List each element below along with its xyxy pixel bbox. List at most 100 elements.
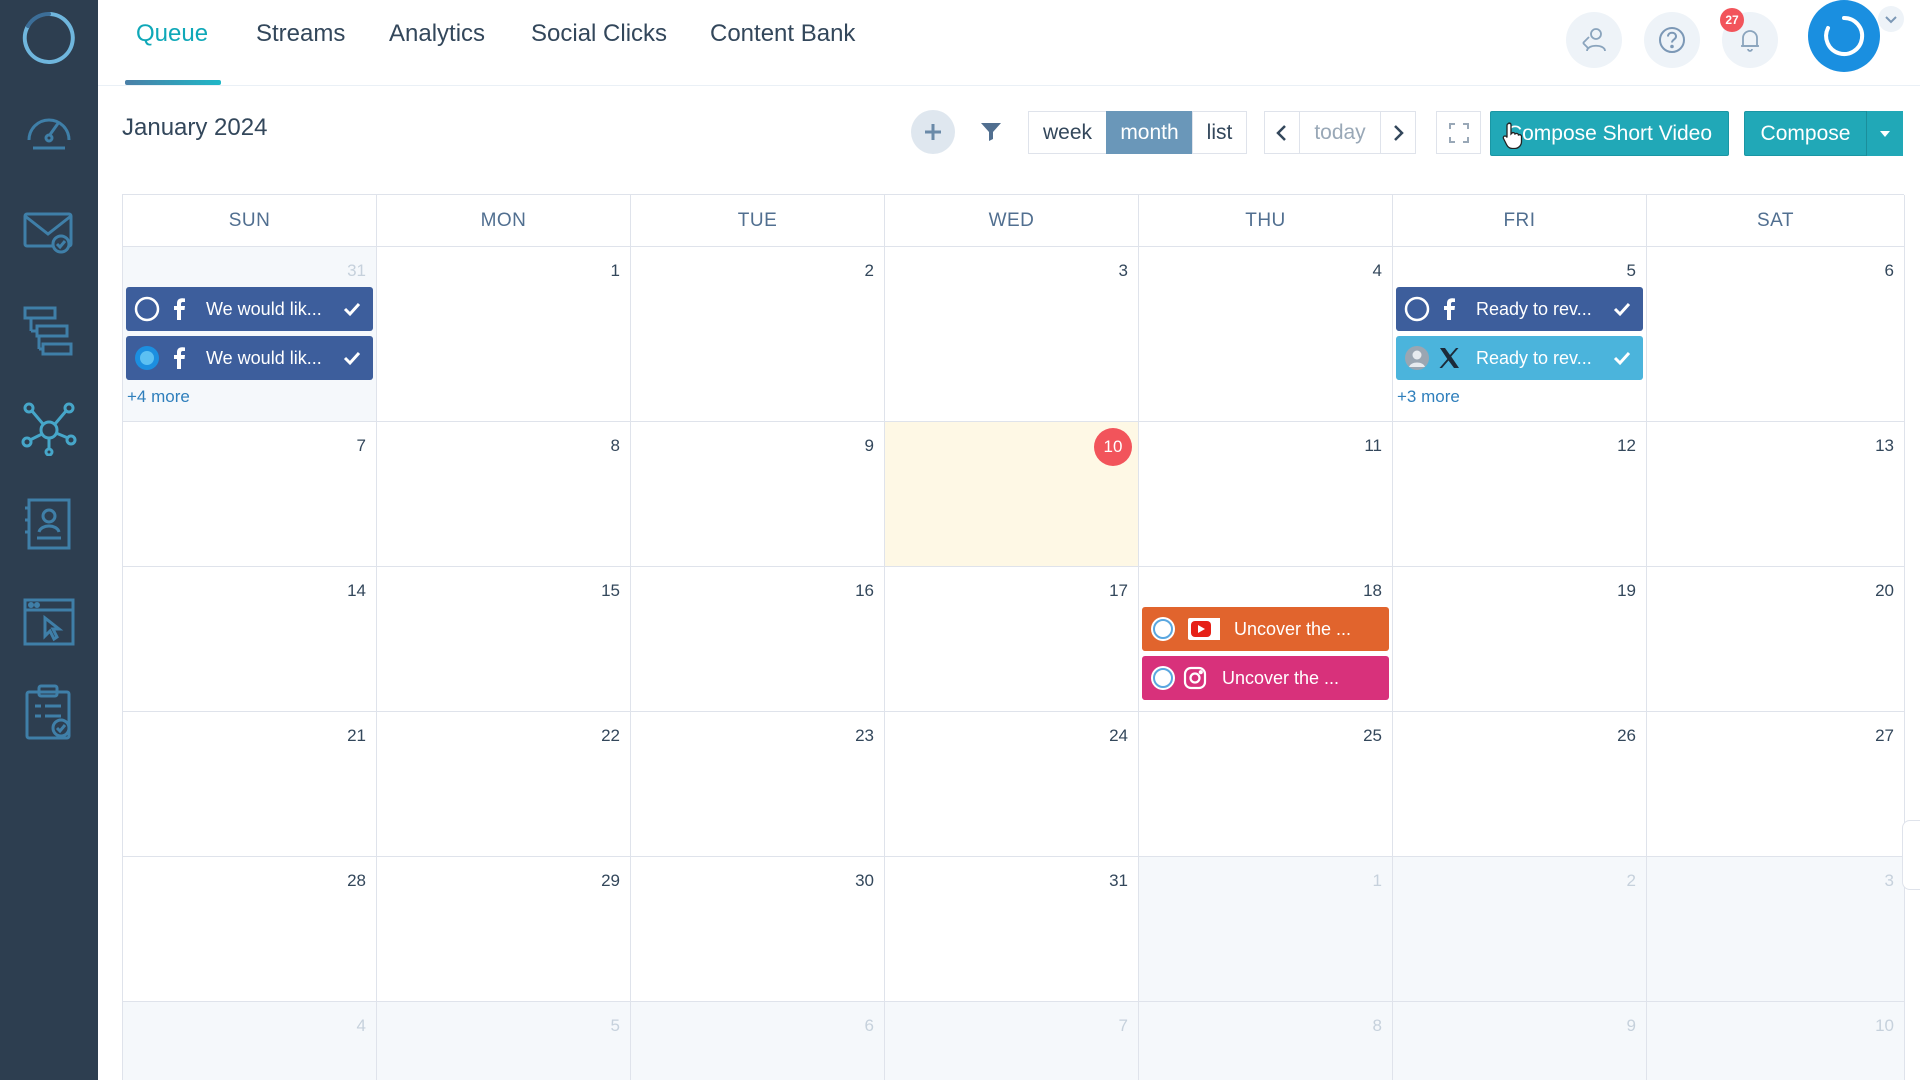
top-navigation: Queue Streams Analytics Social Clicks Co…	[98, 0, 1920, 86]
scheduled-post-facebook[interactable]: Ready to rev...	[1396, 287, 1643, 331]
calendar-day-cell[interactable]: 2	[1393, 857, 1647, 1002]
calendar-day-cell[interactable]: 23	[631, 712, 885, 857]
tab-social-clicks[interactable]: Social Clicks	[531, 20, 667, 48]
today-button[interactable]: today	[1299, 111, 1381, 154]
help-button[interactable]	[1644, 12, 1700, 68]
weekday-header-thu: THU	[1139, 195, 1393, 247]
weekday-header-tue: TUE	[631, 195, 885, 247]
tab-queue[interactable]: Queue	[136, 20, 208, 48]
scheduled-post-facebook[interactable]: We would lik...	[126, 287, 373, 331]
workflow-icon[interactable]	[21, 302, 77, 358]
calendar-day-cell[interactable]: 31	[885, 857, 1139, 1002]
calendar-day-cell[interactable]: 8	[1139, 1002, 1393, 1080]
calendar-day-cell[interactable]: 13	[1647, 422, 1905, 567]
more-posts-link[interactable]: +3 more	[1397, 387, 1460, 407]
tab-analytics[interactable]: Analytics	[389, 20, 485, 48]
scheduled-post-facebook[interactable]: We would lik...	[126, 336, 373, 380]
day-number: 9	[1626, 1016, 1636, 1035]
calendar-day-cell[interactable]: 29	[377, 857, 631, 1002]
scheduled-post-instagram[interactable]: Uncover the ...	[1142, 656, 1389, 700]
approved-check-icon	[1611, 298, 1643, 320]
calendar-day-cell[interactable]: 18 Uncover the ... Uncover the ...	[1139, 567, 1393, 712]
user-avatar[interactable]	[1808, 0, 1880, 72]
tab-streams[interactable]: Streams	[256, 20, 345, 48]
mail-check-icon[interactable]	[21, 204, 77, 260]
calendar-day-cell[interactable]: 28	[123, 857, 377, 1002]
calendar-day-cell[interactable]: 25	[1139, 712, 1393, 857]
bell-icon	[1741, 30, 1759, 52]
calendar-day-cell[interactable]: 3	[1647, 857, 1905, 1002]
scheduled-post-youtube[interactable]: Uncover the ...	[1142, 607, 1389, 651]
view-week-button[interactable]: week	[1028, 111, 1107, 154]
compose-short-video-button[interactable]: Compose Short Video	[1490, 111, 1729, 156]
logo-ring-icon[interactable]	[19, 8, 79, 68]
day-number: 14	[347, 581, 366, 600]
calendar-day-cell[interactable]: 4	[1139, 247, 1393, 422]
calendar-day-cell[interactable]: 30	[631, 857, 885, 1002]
chevron-left-icon	[1276, 124, 1286, 141]
calendar-day-cell[interactable]: 10	[1647, 1002, 1905, 1080]
day-number: 12	[1617, 436, 1636, 455]
calendar-day-cell[interactable]: 19	[1393, 567, 1647, 712]
tab-content-bank[interactable]: Content Bank	[710, 20, 855, 48]
day-number: 25	[1363, 726, 1382, 745]
calendar-day-cell[interactable]: 4	[123, 1002, 377, 1080]
social-network-icon[interactable]	[21, 400, 77, 457]
weekday-header-sat: SAT	[1647, 195, 1905, 247]
contact-card-icon[interactable]	[21, 496, 77, 552]
account-menu-toggle[interactable]	[1878, 6, 1904, 32]
more-posts-link[interactable]: +4 more	[127, 387, 190, 407]
browser-pointer-icon[interactable]	[21, 594, 77, 650]
calendar-day-cell[interactable]: 31 We would lik... We would lik... +4 more	[123, 247, 377, 422]
side-panel-handle[interactable]	[1902, 820, 1920, 890]
calendar-day-cell[interactable]: 1	[1139, 857, 1393, 1002]
calendar-day-cell[interactable]: 12	[1393, 422, 1647, 567]
calendar-day-cell[interactable]: 9	[631, 422, 885, 567]
calendar-day-cell[interactable]: 26	[1393, 712, 1647, 857]
calendar-day-cell[interactable]: 3	[885, 247, 1139, 422]
calendar-day-cell[interactable]: 14	[123, 567, 377, 712]
account-switch-button[interactable]	[1566, 12, 1622, 68]
day-number: 17	[1109, 581, 1128, 600]
clipboard-check-icon[interactable]	[21, 684, 77, 740]
calendar-day-cell[interactable]: 6	[1647, 247, 1905, 422]
calendar-day-cell[interactable]: 27	[1647, 712, 1905, 857]
calendar-day-cell[interactable]: 7	[123, 422, 377, 567]
day-number: 30	[855, 871, 874, 890]
calendar-day-cell[interactable]: 1	[377, 247, 631, 422]
account-avatar-icon	[1404, 345, 1430, 371]
calendar-day-cell[interactable]: 20	[1647, 567, 1905, 712]
chevron-right-icon	[1394, 124, 1404, 141]
filter-button[interactable]	[978, 118, 1004, 144]
view-month-button[interactable]: month	[1106, 111, 1193, 154]
approved-check-icon	[1611, 347, 1643, 369]
day-number: 8	[610, 436, 620, 455]
dashboard-gauge-icon[interactable]	[21, 104, 77, 160]
calendar-day-cell[interactable]: 21	[123, 712, 377, 857]
compose-options-toggle[interactable]	[1866, 111, 1903, 156]
calendar-day-cell[interactable]: 11	[1139, 422, 1393, 567]
previous-month-button[interactable]	[1264, 111, 1300, 154]
notification-count-badge: 27	[1720, 8, 1744, 32]
calendar-day-cell[interactable]: 2	[631, 247, 885, 422]
calendar-day-cell[interactable]: 5	[377, 1002, 631, 1080]
calendar-day-cell[interactable]: 22	[377, 712, 631, 857]
view-list-button[interactable]: list	[1192, 111, 1247, 154]
calendar-day-cell[interactable]: 6	[631, 1002, 885, 1080]
calendar-day-cell[interactable]: 16	[631, 567, 885, 712]
calendar-day-cell[interactable]: 9	[1393, 1002, 1647, 1080]
calendar-day-cell[interactable]: 5 Ready to rev... Ready to rev... +3 more	[1393, 247, 1647, 422]
compose-button[interactable]: Compose	[1744, 111, 1867, 156]
calendar-day-cell[interactable]: 24	[885, 712, 1139, 857]
calendar-day-cell[interactable]: 15	[377, 567, 631, 712]
notifications-button[interactable]: 27	[1720, 8, 1778, 68]
scheduled-post-x[interactable]: Ready to rev...	[1396, 336, 1643, 380]
calendar-day-cell[interactable]: 10	[885, 422, 1139, 567]
fullscreen-button[interactable]	[1436, 111, 1481, 154]
calendar-day-cell[interactable]: 8	[377, 422, 631, 567]
calendar-day-cell[interactable]: 17	[885, 567, 1139, 712]
day-number: 24	[1109, 726, 1128, 745]
add-post-button[interactable]	[911, 110, 955, 154]
calendar-day-cell[interactable]: 7	[885, 1002, 1139, 1080]
next-month-button[interactable]	[1380, 111, 1416, 154]
